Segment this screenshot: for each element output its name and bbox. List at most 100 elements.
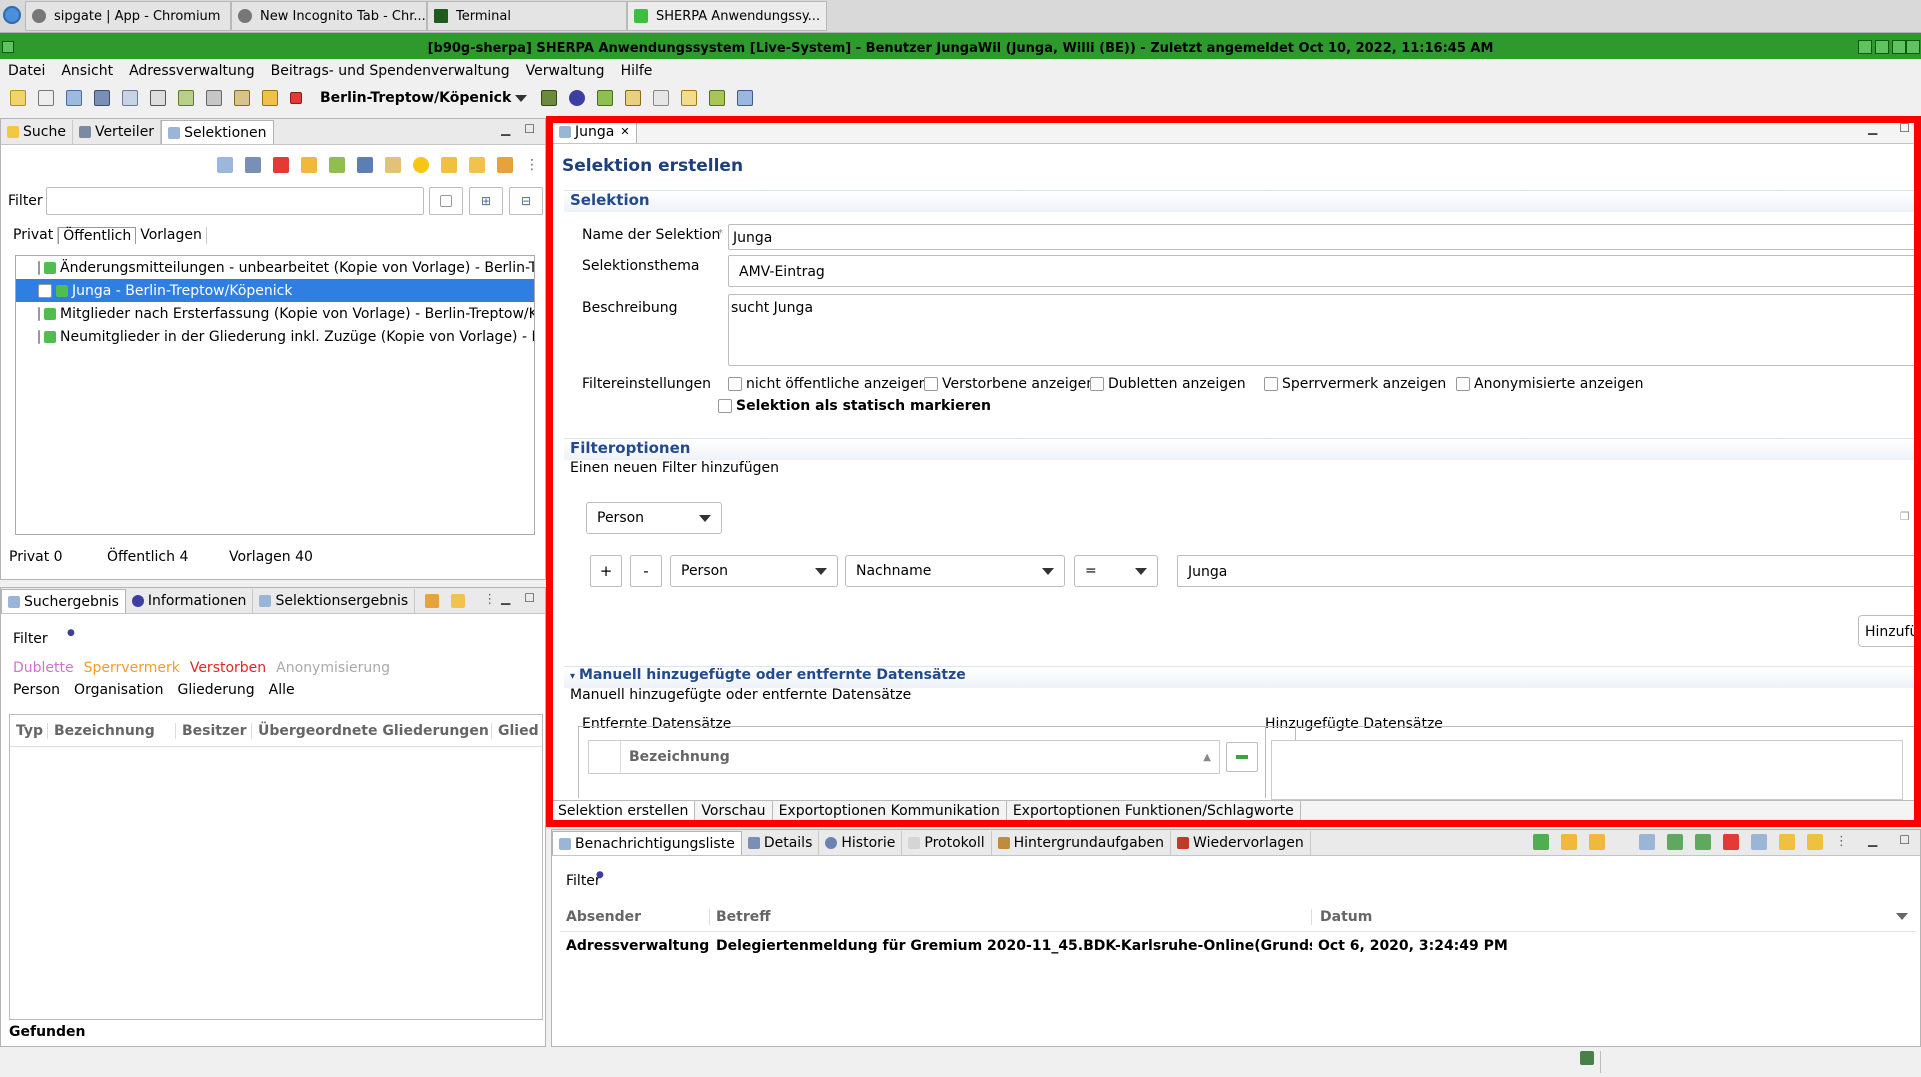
save-icon[interactable] [94, 90, 110, 106]
minimize-icon[interactable]: ▁ [1868, 121, 1877, 135]
org-search-icon[interactable] [625, 90, 642, 106]
delete-icon[interactable] [273, 157, 289, 173]
name-input[interactable]: Junga [728, 224, 1920, 250]
chevron-down-icon[interactable] [515, 94, 528, 102]
column-typ[interactable]: Typ [10, 722, 48, 739]
list-item[interactable]: Neumitglieder in der Gliederung inkl. Zu… [16, 325, 534, 348]
org-icon[interactable] [262, 90, 278, 106]
menu-ansicht[interactable]: Ansicht [61, 63, 113, 79]
filter-input[interactable] [46, 187, 424, 215]
menu-hilfe[interactable]: Hilfe [621, 63, 653, 79]
maximize-icon[interactable]: ☐ [1899, 833, 1910, 847]
filter-entity-select[interactable]: Person [670, 555, 838, 587]
filter-operator-select[interactable]: = [1074, 555, 1158, 587]
search-person-icon[interactable] [597, 90, 614, 106]
maximize-icon[interactable]: ☐ [1899, 121, 1910, 135]
tools-icon[interactable] [150, 90, 166, 106]
list-item[interactable]: Mitglieder nach Ersterfassung (Kopie von… [16, 302, 534, 325]
structure-icon[interactable] [709, 90, 726, 106]
type-organisation[interactable]: Organisation [74, 682, 163, 698]
checkbox-nicht-oeffentliche[interactable] [728, 377, 742, 391]
tab-verteiler[interactable]: Verteiler [73, 120, 162, 144]
list-item-selected[interactable]: Junga - Berlin-Treptow/Köpenick [16, 279, 534, 302]
column-bezeichnung[interactable]: Bezeichnung [48, 722, 176, 739]
tab-wiedervorlagen[interactable]: Wiedervorlagen [1171, 831, 1311, 855]
star-icon[interactable] [413, 157, 429, 173]
menu-adressverwaltung[interactable]: Adressverwaltung [129, 63, 255, 79]
subtab-vorlagen[interactable]: Vorlagen [136, 227, 207, 244]
archive-icon[interactable] [1751, 834, 1767, 850]
maximize-window-button[interactable] [1875, 40, 1889, 54]
minimize-icon[interactable]: ▁ [1868, 833, 1877, 847]
maximize-icon[interactable]: ☐ [524, 591, 535, 605]
checkbox-verstorbene[interactable] [924, 377, 938, 391]
delete-icon[interactable] [1723, 834, 1739, 850]
legend-sperrvermerk[interactable]: Sperrvermerk [84, 660, 180, 676]
org-icon[interactable] [385, 157, 401, 173]
filter-field-select[interactable]: Nachname [845, 555, 1065, 587]
collapse-all-button[interactable]: ⊟ [509, 187, 543, 215]
hinzufuegen-button[interactable]: Hinzufügen [1858, 615, 1920, 647]
type-alle[interactable]: Alle [269, 682, 295, 698]
forward-icon[interactable] [1667, 834, 1683, 850]
thema-select[interactable]: AMV-Eintrag [728, 255, 1920, 287]
table-row[interactable]: Adressverwaltung Delegiertenmeldung für … [560, 934, 1916, 958]
tab-suche[interactable]: Suche [1, 120, 73, 144]
info-icon[interactable] [569, 90, 586, 106]
minimize-icon[interactable]: ▁ [501, 591, 510, 605]
window-menu-icon[interactable] [2, 41, 14, 53]
clear-filter-button[interactable] [429, 187, 463, 215]
type-gliederung[interactable]: Gliederung [178, 682, 255, 698]
column-datum[interactable]: Datum [1312, 909, 1896, 925]
tab-hintergrundaufgaben[interactable]: Hintergrundaufgaben [992, 831, 1172, 855]
restore-window-button[interactable] [1892, 40, 1906, 54]
maximize-icon[interactable]: ☐ [524, 122, 535, 136]
column-absender[interactable]: Absender [560, 908, 710, 925]
checkbox[interactable] [38, 329, 40, 344]
edit-icon[interactable] [38, 90, 54, 106]
taskbar-item-incognito[interactable]: New Incognito Tab - Chr... [231, 1, 427, 31]
subtab-oeffentlich[interactable]: Öffentlich [58, 227, 137, 244]
tab-exportoptionen-funktionen[interactable]: Exportoptionen Funktionen/Schlagworte [1007, 801, 1301, 822]
new-icon[interactable] [10, 90, 26, 106]
tab-details[interactable]: Details [742, 831, 820, 855]
org-selector[interactable]: Berlin-Treptow/Köpenick [320, 90, 511, 106]
new-icon[interactable] [1639, 834, 1655, 850]
new-selection-icon[interactable] [217, 157, 233, 173]
hierarchy-icon[interactable] [234, 90, 250, 106]
tab-suchergebnis[interactable]: Suchergebnis [1, 589, 126, 613]
list-item[interactable]: Änderungsmitteilungen - unbearbeitet (Ko… [16, 256, 534, 279]
stop-icon[interactable] [290, 92, 302, 104]
menu-beitrags[interactable]: Beitrags- und Spendenverwaltung [271, 63, 510, 79]
import-icon[interactable] [441, 157, 457, 173]
checkbox-statisch[interactable] [718, 399, 732, 413]
column-besitzer[interactable]: Besitzer [176, 722, 252, 739]
tab-benachrichtigungsliste[interactable]: Benachrichtigungsliste [552, 831, 742, 855]
taskbar-item-sherpa[interactable]: SHERPA Anwendungssy... [627, 1, 827, 31]
type-person[interactable]: Person [13, 682, 60, 698]
checkbox[interactable] [38, 306, 40, 321]
checkbox[interactable] [38, 260, 40, 275]
filter-type-select[interactable]: Person [586, 502, 722, 534]
legend-anonymisierung[interactable]: Anonymisierung [276, 660, 390, 676]
checkbox-sperrvermerk[interactable] [1264, 377, 1278, 391]
mark-icon[interactable] [1807, 834, 1823, 850]
tab-selektion-erstellen[interactable]: Selektion erstellen [552, 801, 696, 822]
copy-icon[interactable] [66, 90, 82, 106]
column-uebergeordnete[interactable]: Übergeordnete Gliederungen [252, 722, 492, 739]
minimize-window-button[interactable] [1858, 40, 1872, 54]
download-icon[interactable] [1533, 834, 1549, 850]
menu-datei[interactable]: Datei [8, 63, 45, 79]
more-options-icon[interactable]: ⋮ [525, 157, 539, 173]
legend-dublette[interactable]: Dublette [13, 660, 74, 676]
checkbox-dubletten[interactable] [1090, 377, 1104, 391]
minimize-icon[interactable]: ▁ [501, 122, 510, 136]
people-icon[interactable] [541, 90, 558, 106]
pencil-icon[interactable] [497, 157, 513, 173]
column-gliederung[interactable]: Glied [492, 723, 539, 739]
status-icon[interactable] [1580, 1051, 1594, 1065]
tab-junga[interactable]: Junga ✕ [552, 119, 637, 143]
more-options-icon[interactable]: ⋮ [1835, 834, 1848, 850]
remove-filter-button[interactable]: - [630, 555, 662, 587]
checkbox[interactable] [38, 283, 52, 298]
